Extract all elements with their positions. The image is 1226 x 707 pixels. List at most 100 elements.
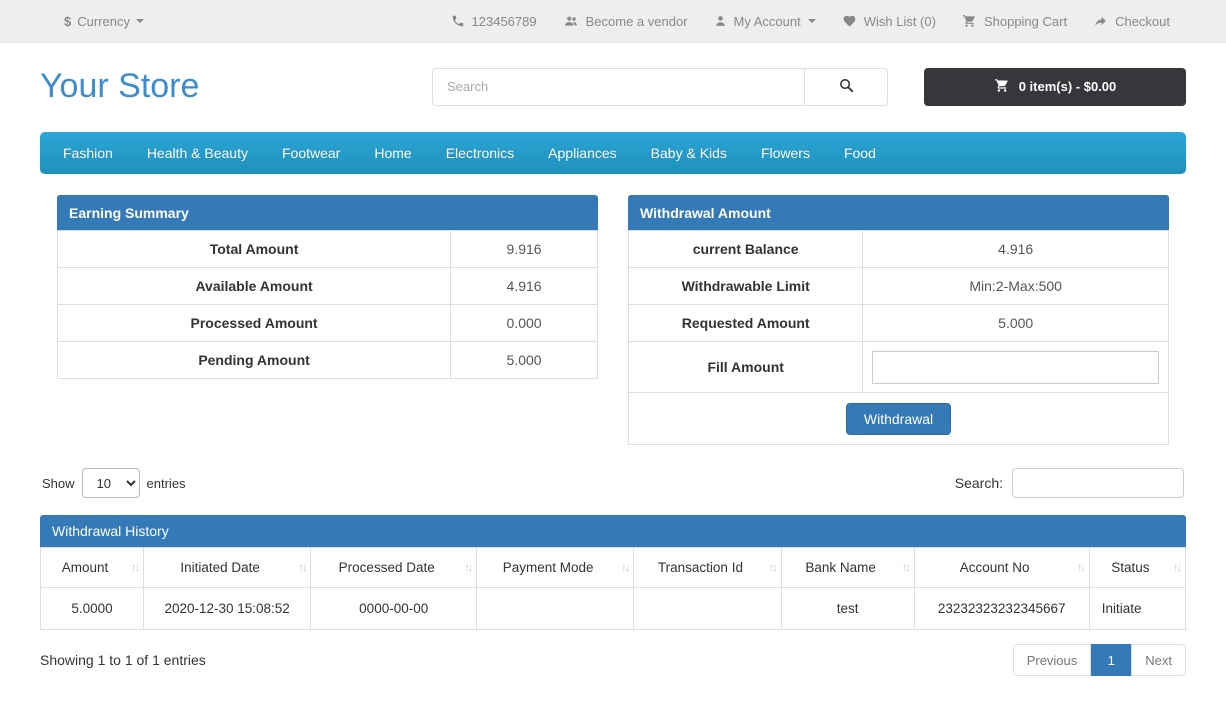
nav-item-footwear[interactable]: Footwear (265, 132, 357, 174)
table-row: Fill Amount (629, 342, 1169, 393)
table-search-label: Search: (955, 475, 1003, 491)
summary-row-label: Pending Amount (58, 342, 451, 379)
nav-item-home[interactable]: Home (357, 132, 428, 174)
sort-icon: ↑↓ (464, 562, 471, 574)
user-icon (714, 14, 727, 28)
summary-row-value: Min:2-Max:500 (863, 268, 1169, 305)
caret-down-icon (808, 19, 816, 23)
fill-amount-input[interactable] (872, 351, 1159, 384)
nav-item-flowers[interactable]: Flowers (744, 132, 827, 174)
cart-icon (994, 78, 1010, 96)
withdrawal-history-title: Withdrawal History (40, 515, 1186, 547)
withdrawal-amount-title: Withdrawal Amount (628, 195, 1169, 230)
cart-total-label: 0 item(s) - $0.00 (1019, 79, 1117, 94)
cell-amount: 5.0000 (41, 588, 144, 630)
page-length-select[interactable]: 10 (82, 468, 140, 498)
cell-status: Initiate (1089, 588, 1185, 630)
table-row: Available Amount 4.916 (58, 268, 598, 305)
currency-label: Currency (77, 14, 130, 29)
nav-item-appliances[interactable]: Appliances (531, 132, 634, 174)
cell-payment-mode (477, 588, 634, 630)
top-links: 123456789 Become a vendor My Account Wis… (451, 14, 1170, 29)
site-header: Your Store 0 item(s) - $0.00 (40, 43, 1186, 132)
page-length-control: Show 10 entries (42, 468, 186, 498)
column-header-bank-name[interactable]: Bank Name↑↓ (781, 548, 914, 588)
table-header-row: Amount↑↓ Initiated Date↑↓ Processed Date… (41, 548, 1186, 588)
cell-transaction-id (634, 588, 782, 630)
column-header-transaction-id[interactable]: Transaction Id↑↓ (634, 548, 782, 588)
nav-item-electronics[interactable]: Electronics (429, 132, 531, 174)
search-bar (432, 68, 888, 106)
summary-row-label: Total Amount (58, 231, 451, 268)
top-link-label: My Account (734, 14, 801, 29)
summary-row-value: 4.916 (863, 231, 1169, 268)
top-link-label: Shopping Cart (984, 14, 1067, 29)
column-header-processed-date[interactable]: Processed Date↑↓ (311, 548, 477, 588)
table-info-text: Showing 1 to 1 of 1 entries (40, 652, 206, 668)
cell-processed-date: 0000-00-00 (311, 588, 477, 630)
search-button[interactable] (804, 68, 888, 106)
sort-icon: ↑↓ (131, 562, 138, 574)
search-input[interactable] (432, 68, 804, 106)
top-link-my-account[interactable]: My Account (714, 14, 816, 29)
withdrawal-button[interactable]: Withdrawal (846, 403, 951, 435)
summary-row-label: Withdrawable Limit (629, 268, 863, 305)
summary-row-value: 0.000 (451, 305, 598, 342)
summary-row-value: 5.000 (451, 342, 598, 379)
cart-total-button[interactable]: 0 item(s) - $0.00 (924, 68, 1186, 106)
top-link-wish-list[interactable]: Wish List (0) (842, 14, 936, 29)
pagination-previous-button[interactable]: Previous (1013, 644, 1092, 676)
cart-icon (962, 14, 977, 28)
table-row: Withdrawal (629, 393, 1169, 445)
nav-item-fashion[interactable]: Fashion (46, 132, 130, 174)
heart-icon (842, 14, 857, 28)
earning-summary-title: Earning Summary (57, 195, 598, 230)
store-logo[interactable]: Your Store (40, 67, 199, 105)
show-label: Show (42, 476, 75, 491)
summary-row-label: Processed Amount (58, 305, 451, 342)
table-search-control: Search: (955, 468, 1184, 498)
sort-icon: ↑↓ (1173, 562, 1180, 574)
users-icon (563, 14, 579, 28)
nav-item-health-beauty[interactable]: Health & Beauty (130, 132, 265, 174)
column-header-initiated-date[interactable]: Initiated Date↑↓ (144, 548, 311, 588)
pagination-next-button[interactable]: Next (1131, 644, 1186, 676)
pagination: Previous 1 Next (1013, 644, 1186, 676)
table-row: Requested Amount 5.000 (629, 305, 1169, 342)
top-bar: $ Currency 123456789 Become a vendor My … (0, 0, 1226, 43)
table-row: Withdrawable Limit Min:2-Max:500 (629, 268, 1169, 305)
earning-summary-panel: Earning Summary Total Amount 9.916 Avail… (57, 195, 598, 445)
column-header-account-no[interactable]: Account No↑↓ (914, 548, 1089, 588)
top-link-label: Become a vendor (586, 14, 688, 29)
caret-down-icon (136, 19, 144, 23)
top-link-become-vendor[interactable]: Become a vendor (563, 14, 688, 29)
cell-bank-name: test (781, 588, 914, 630)
nav-item-baby-kids[interactable]: Baby & Kids (634, 132, 744, 174)
column-header-amount[interactable]: Amount↑↓ (41, 548, 144, 588)
column-header-status[interactable]: Status↑↓ (1089, 548, 1185, 588)
column-header-payment-mode[interactable]: Payment Mode↑↓ (477, 548, 634, 588)
summary-row-label: Requested Amount (629, 305, 863, 342)
sort-icon: ↑↓ (298, 562, 305, 574)
top-link-label: 123456789 (472, 14, 537, 29)
pagination-page-1-button[interactable]: 1 (1091, 644, 1131, 676)
top-link-checkout[interactable]: Checkout (1093, 14, 1170, 29)
main-nav: Fashion Health & Beauty Footwear Home El… (40, 132, 1186, 174)
withdrawal-history-panel: Withdrawal History Amount↑↓ Initiated Da… (40, 515, 1186, 630)
sort-icon: ↑↓ (769, 562, 776, 574)
table-search-input[interactable] (1012, 468, 1184, 498)
top-link-phone[interactable]: 123456789 (451, 14, 537, 29)
table-row: current Balance 4.916 (629, 231, 1169, 268)
top-link-shopping-cart[interactable]: Shopping Cart (962, 14, 1067, 29)
nav-item-food[interactable]: Food (827, 132, 893, 174)
summary-row-value: 9.916 (451, 231, 598, 268)
table-row: Total Amount 9.916 (58, 231, 598, 268)
sort-icon: ↑↓ (1077, 562, 1084, 574)
summary-row-label: Available Amount (58, 268, 451, 305)
dollar-icon: $ (64, 14, 71, 29)
currency-dropdown[interactable]: $ Currency (64, 14, 144, 29)
sort-icon: ↑↓ (621, 562, 628, 574)
search-icon (838, 77, 855, 97)
summary-row-label: current Balance (629, 231, 863, 268)
table-row: 5.0000 2020-12-30 15:08:52 0000-00-00 te… (41, 588, 1186, 630)
